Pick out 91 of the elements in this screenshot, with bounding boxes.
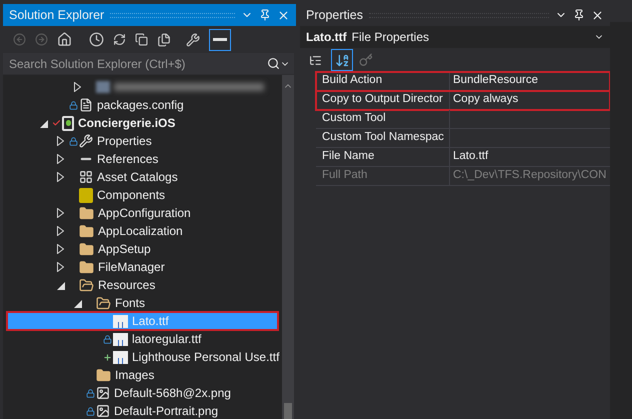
object-type: File Properties — [352, 29, 430, 46]
item-label: References — [97, 151, 158, 168]
font-file-icon — [113, 332, 128, 346]
folder-icon — [79, 224, 94, 238]
tree-item[interactable]: Conciergerie.iOS — [3, 114, 282, 132]
property-name: Copy to Output Director — [316, 91, 450, 109]
item-label: AppConfiguration — [98, 205, 191, 222]
property-value: Copy always — [452, 92, 518, 108]
preview-toggle-button[interactable] — [209, 28, 231, 50]
item-label: Components — [97, 187, 166, 204]
item-label: Default-568h@2x.png — [114, 385, 231, 402]
wrench-icon — [79, 134, 93, 148]
folder-icon — [79, 278, 94, 292]
pending-changes-icon[interactable] — [89, 32, 104, 47]
tree-item[interactable]: Default-Portrait.png — [3, 402, 282, 419]
item-label: Asset Catalogs — [97, 169, 178, 186]
property-row[interactable]: Build Action BundleResource — [316, 72, 610, 91]
property-row[interactable]: Custom Tool — [316, 110, 610, 129]
tree-item[interactable]: FileManager — [3, 258, 282, 276]
collapsed-arrow-icon[interactable] — [74, 82, 81, 92]
tree-item[interactable]: AppConfiguration — [3, 204, 282, 222]
expanded-arrow-icon[interactable] — [40, 118, 48, 128]
tree-item[interactable]: AppLocalization — [3, 222, 282, 240]
item-label: Images — [115, 367, 154, 384]
item-label: AppSetup — [98, 241, 151, 258]
property-value: Lato.ttf — [452, 149, 488, 164]
search-icon[interactable] — [267, 57, 280, 70]
item-label: Conciergerie.iOS — [78, 115, 176, 132]
item-label: Default-Portrait.png — [114, 403, 218, 419]
pin-icon[interactable] — [573, 9, 585, 21]
property-name: File Name — [316, 148, 450, 166]
scrollbar[interactable] — [282, 75, 294, 419]
wrench-icon[interactable] — [186, 32, 200, 46]
property-row[interactable]: Copy to Output Director Copy always — [316, 91, 610, 110]
tree-item[interactable]: Default-568h@2x.png — [3, 384, 282, 402]
folder-icon — [96, 368, 111, 382]
property-name: Build Action — [316, 72, 450, 90]
object-selector[interactable]: Lato.ttf File Properties — [300, 26, 610, 48]
tree-item[interactable]: Images — [3, 366, 282, 384]
item-label: packages.config — [97, 97, 184, 114]
property-name: Full Path — [316, 167, 450, 185]
categorized-list-icon — [308, 54, 322, 66]
tree-item[interactable]: Lighthouse Personal Use.ttf — [3, 348, 282, 366]
item-label: Fonts — [115, 295, 146, 312]
item-label: Lighthouse Personal Use.ttf — [132, 349, 280, 366]
property-value: C:\_Dev\TFS.Repository\CON — [452, 168, 606, 184]
phone-project-icon — [62, 116, 74, 130]
show-all-files-icon[interactable] — [157, 32, 171, 46]
sort-az-icon — [334, 52, 350, 68]
file-icon — [79, 98, 93, 112]
property-row[interactable]: Custom Tool Namespac — [316, 129, 610, 148]
folder-icon — [79, 242, 94, 256]
scroll-thumb[interactable] — [284, 403, 292, 419]
item-label: Resources — [98, 277, 156, 294]
property-name: Custom Tool — [316, 110, 450, 128]
object-name: Lato.ttf — [306, 29, 347, 46]
property-name: Custom Tool Namespac — [316, 129, 450, 147]
folder-icon — [79, 206, 94, 220]
panel-title: Properties — [306, 6, 363, 24]
image-file-icon — [96, 404, 110, 418]
folder-icon — [96, 296, 111, 310]
item-label: Properties — [97, 133, 152, 150]
asset-catalog-icon — [79, 170, 93, 184]
home-icon[interactable] — [57, 32, 72, 47]
refresh-icon[interactable] — [113, 33, 126, 46]
collapse-all-icon[interactable] — [135, 33, 148, 46]
item-label: FileManager — [98, 259, 165, 276]
alphabetical-button[interactable] — [331, 49, 353, 71]
font-file-icon — [113, 314, 128, 328]
tree-item[interactable]: Components — [3, 186, 282, 204]
item-label: AppLocalization — [98, 223, 183, 240]
close-icon[interactable] — [591, 8, 604, 22]
tree-item[interactable]: packages.config — [3, 96, 282, 114]
item-label: latoregular.ttf — [132, 331, 202, 348]
key-icon[interactable] — [359, 53, 373, 67]
tree-item[interactable]: latoregular.ttf — [3, 330, 282, 348]
image-file-icon — [96, 386, 110, 400]
property-value: BundleResource — [452, 73, 538, 88]
property-row[interactable]: File Name Lato.ttf — [316, 148, 610, 167]
font-file-icon — [113, 350, 128, 364]
tree-item[interactable]: References — [3, 150, 282, 168]
item-label: Lato.ttf — [132, 313, 169, 330]
tree-item[interactable]: Fonts — [3, 294, 282, 312]
tree-item[interactable]: Resources — [3, 276, 282, 294]
tree-item[interactable]: AppSetup — [3, 240, 282, 258]
folder-icon — [79, 260, 94, 274]
component-folder-icon — [79, 188, 93, 202]
search-field[interactable]: Search Solution Explorer (Ctrl+$) — [3, 53, 294, 74]
tree-item[interactable]: Asset Catalogs — [3, 168, 282, 186]
tree-item[interactable]: Properties — [3, 132, 282, 150]
panel-title: Solution Explorer — [9, 6, 104, 24]
